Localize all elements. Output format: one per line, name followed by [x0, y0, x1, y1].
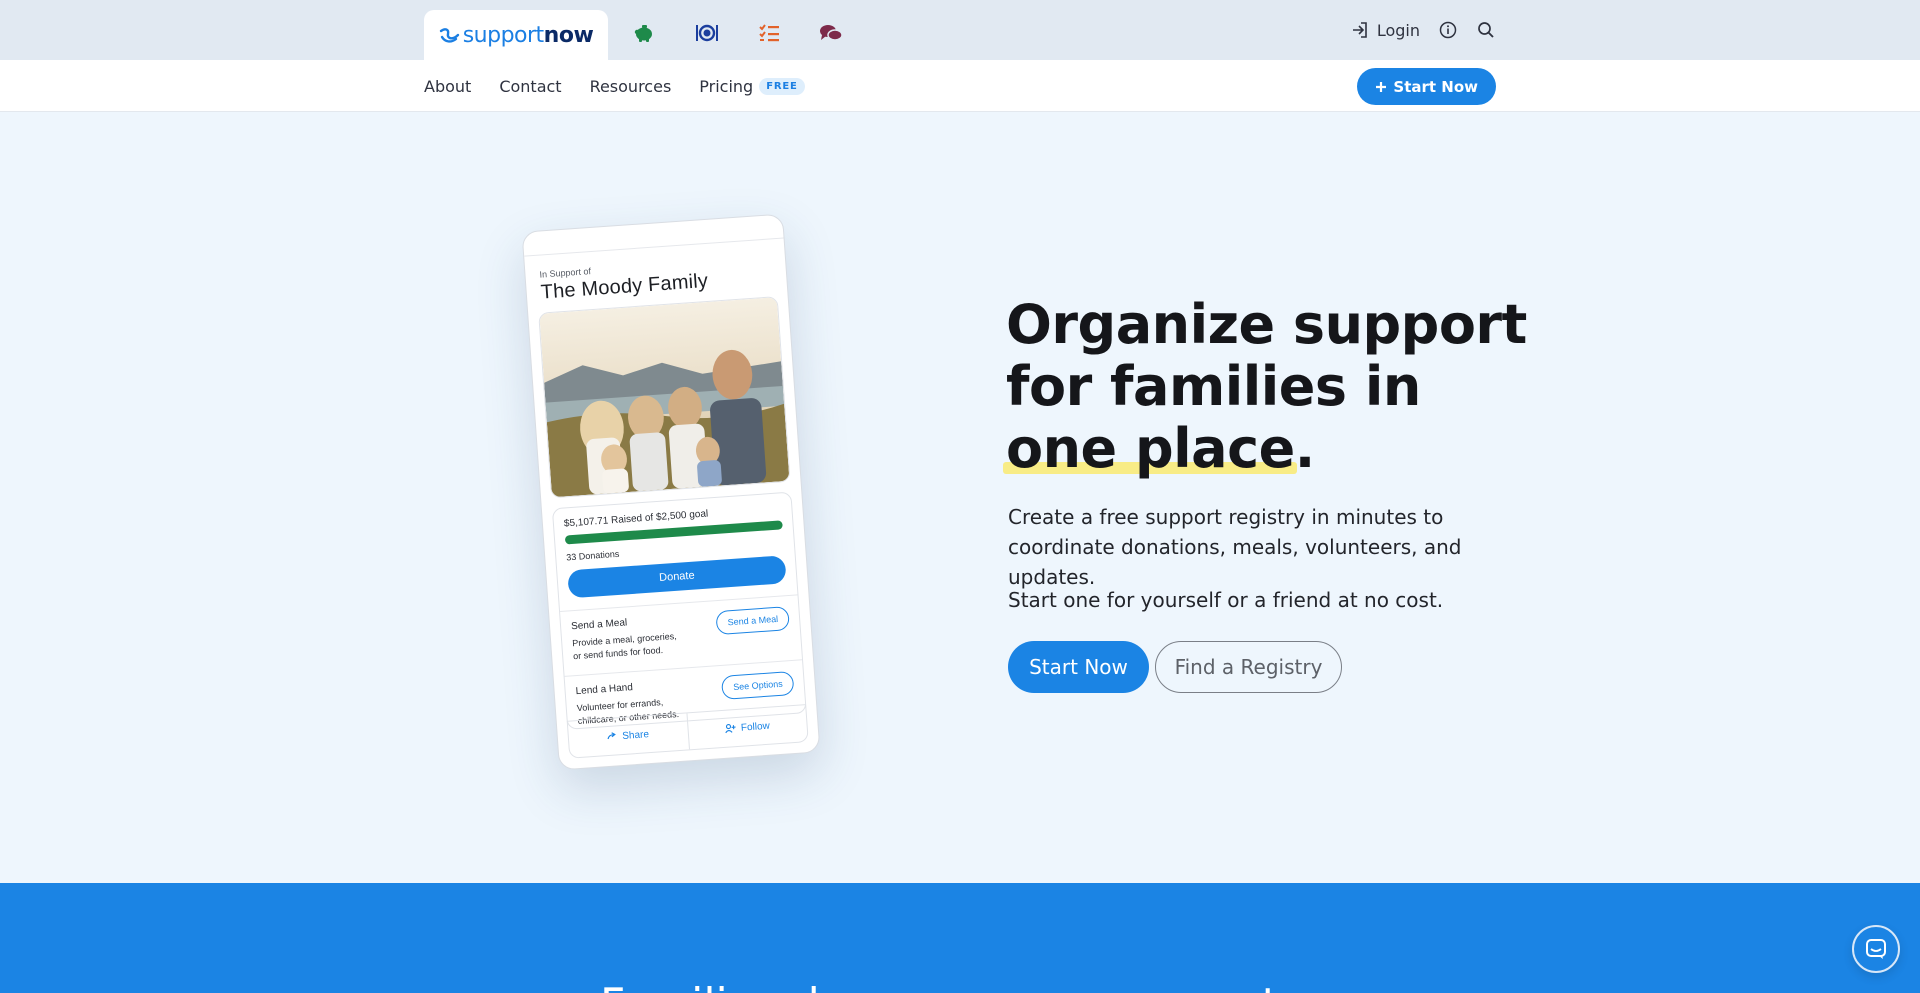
share-label: Share [621, 728, 650, 742]
send-meal-desc: Provide a meal, groceries, or send funds … [572, 630, 678, 663]
send-meal-title: Send a Meal [570, 617, 628, 633]
hero-title-period: . [1294, 417, 1316, 480]
logo-mark-icon [439, 28, 459, 43]
free-badge: FREE [759, 77, 805, 95]
main-nav: About Contact Resources Pricing FREE Sta… [0, 60, 1920, 112]
send-meal-button[interactable]: Send a Meal [715, 606, 790, 636]
info-icon[interactable] [1438, 20, 1458, 40]
donate-button[interactable]: Donate [567, 555, 787, 599]
hero-subtext: Start one for yourself or a friend at no… [1008, 588, 1444, 612]
hero-title: Organize support for families in one pla… [1003, 293, 1527, 480]
hero-title-line-2: for families in [1006, 355, 1421, 418]
hero-title-line-3: one place. [1003, 417, 1527, 480]
chat-bubble-icon [1866, 939, 1886, 959]
hero-title-line-1: Organize support [1006, 293, 1527, 356]
nav-about[interactable]: About [424, 77, 471, 96]
plus-icon [1376, 81, 1387, 92]
login-link[interactable]: Login [1351, 21, 1420, 40]
piggy-bank-icon[interactable] [632, 21, 656, 45]
donation-card: $5,107.71 Raised of $2,500 goal 33 Donat… [551, 491, 807, 730]
follow-label: Follow [740, 720, 771, 734]
send-meal-desc-2: or send funds for food. [572, 644, 664, 662]
login-icon [1352, 22, 1367, 38]
logo-text-bold: now [543, 22, 594, 48]
nav-pricing[interactable]: Pricing FREE [699, 76, 805, 96]
start-now-nav-button[interactable]: Start Now [1357, 68, 1496, 105]
task-list-icon[interactable] [757, 21, 781, 45]
hero-title-highlight: one place [1003, 417, 1297, 480]
logo-text-light: support [462, 22, 544, 48]
start-now-button[interactable]: Start Now [1008, 641, 1149, 693]
nav-resources[interactable]: Resources [590, 77, 672, 96]
phone-mockup: In Support of The Moody Family $5,107.71… [521, 213, 821, 771]
send-meal-row: Send a Meal Provide a meal, groceries, or… [560, 594, 802, 664]
follow-button[interactable]: Follow [685, 705, 808, 750]
share-icon [607, 732, 617, 740]
find-registry-button[interactable]: Find a Registry [1155, 641, 1342, 693]
chat-icon[interactable] [819, 21, 843, 45]
logo-tab[interactable]: support now [424, 10, 608, 60]
search-icon[interactable] [1476, 20, 1496, 40]
nav-links: About Contact Resources Pricing FREE [424, 60, 805, 112]
login-label: Login [1376, 20, 1420, 40]
family-photo [538, 296, 791, 499]
see-options-button[interactable]: See Options [721, 671, 795, 700]
add-user-icon [725, 723, 736, 734]
phone-status-bar [522, 214, 784, 257]
share-button[interactable]: Share [568, 713, 689, 757]
phone-screen: In Support of The Moody Family $5,107.71… [521, 213, 821, 771]
top-bar: support now Login [0, 0, 1920, 60]
band-heading: Families deserve more support [600, 979, 1279, 993]
hero-description: Create a free support registry in minute… [1008, 505, 1462, 589]
nav-pricing-label: Pricing [699, 76, 754, 96]
feature-band: Families deserve more support [0, 883, 1920, 993]
support-chat-button[interactable] [1852, 925, 1900, 973]
brand-logo[interactable]: support now [439, 23, 594, 48]
nav-contact[interactable]: Contact [499, 77, 561, 96]
start-now-nav-label: Start Now [1393, 77, 1478, 96]
lend-hand-title: Lend a Hand [575, 682, 634, 698]
meal-icon[interactable] [695, 21, 719, 45]
top-right-actions: Login [1351, 0, 1496, 60]
